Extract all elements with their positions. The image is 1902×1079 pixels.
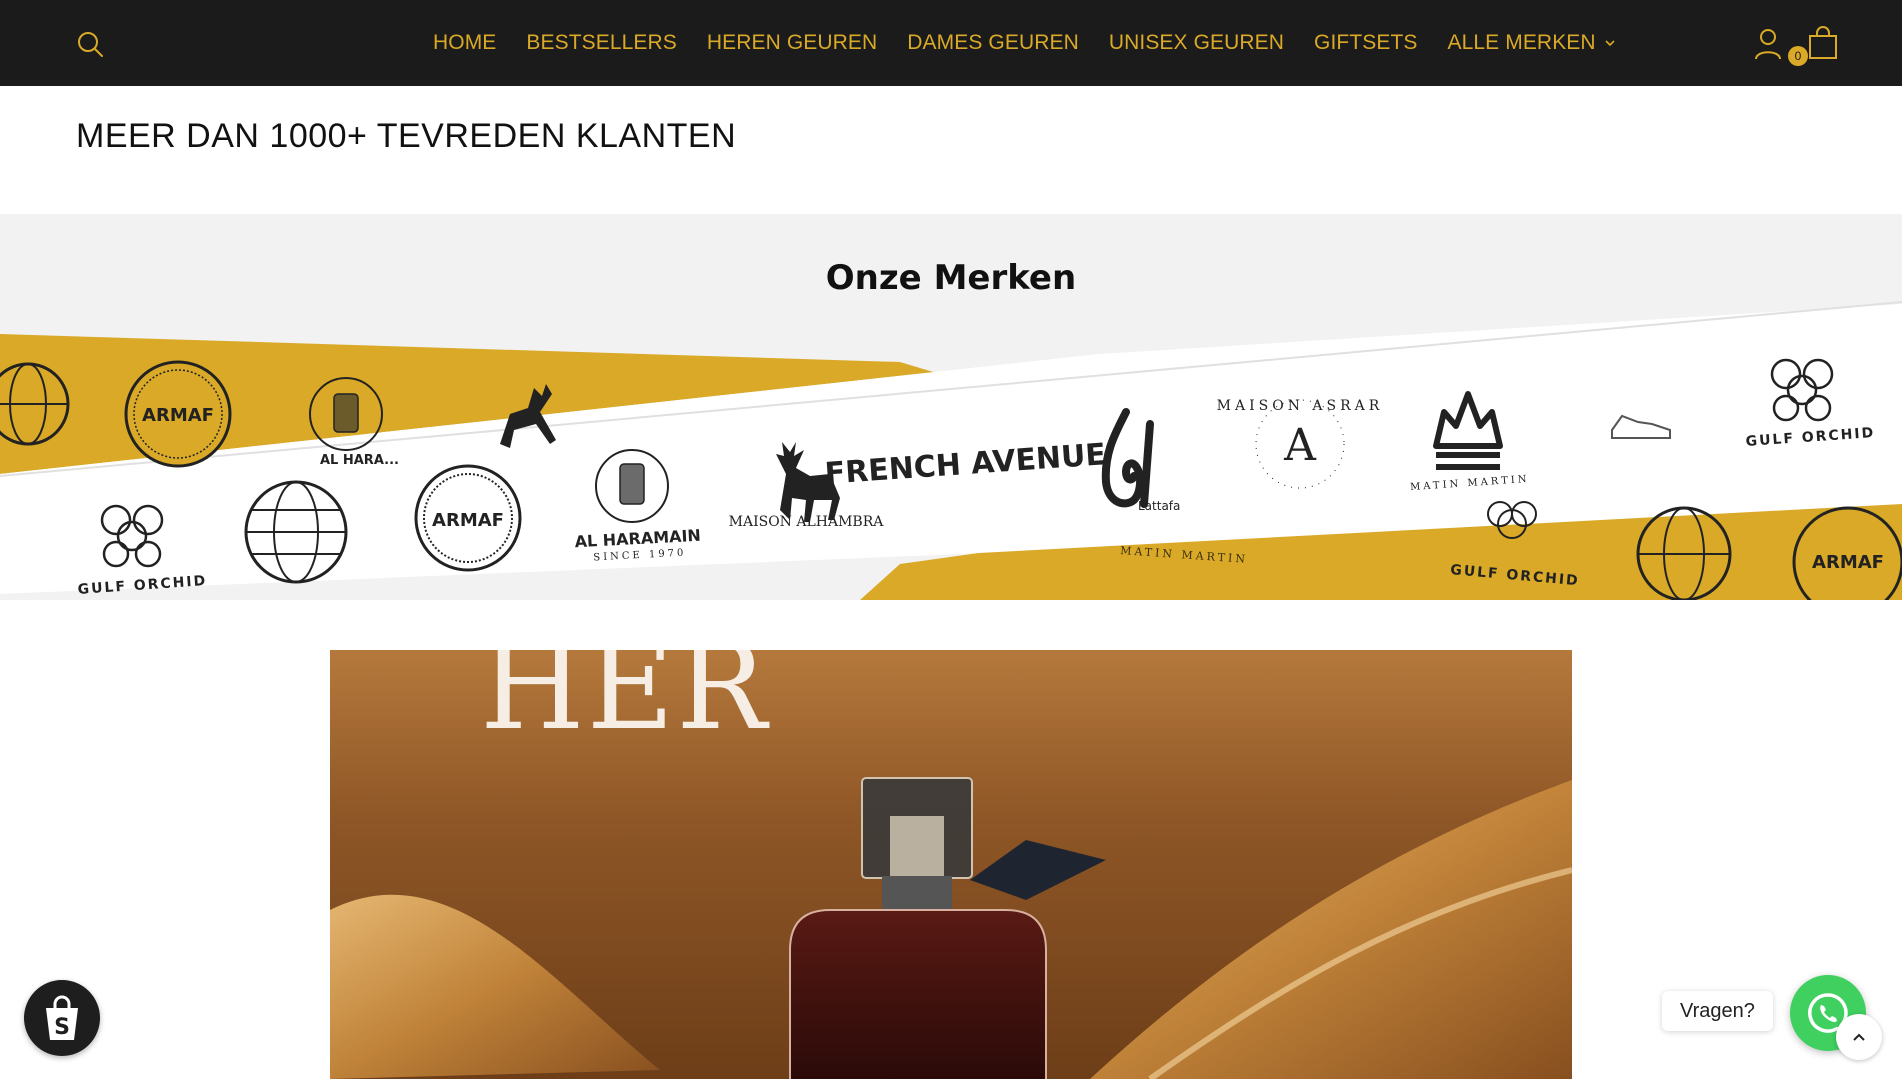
logo-armaf[interactable]: ARMAF [414,464,522,572]
nav-heren-label: HEREN GEUREN [706,31,878,54]
back-logo-armaf: ARMAF [124,360,232,468]
nav-alle-merken[interactable]: ALLE MERKEN [1448,31,1616,55]
nav-bestsellers-label: BESTSELLERS [526,31,677,54]
nav-dames-geuren[interactable]: DAMES GEUREN [907,31,1079,55]
main-nav: HOME BESTSELLERS HEREN GEUREN DAMES GEUR… [433,0,1616,86]
scroll-to-top-button[interactable] [1836,1014,1882,1060]
nav-home-label: HOME [433,31,497,54]
search-icon[interactable] [76,30,104,58]
back-logo-armaf-text: ARMAF [142,405,214,426]
back-logo-al-haramain-text: AL HARA... [320,453,399,468]
brands-title: Onze Merken [825,258,1077,298]
svg-text:A: A [1283,420,1317,471]
cart-icon[interactable] [1808,26,1838,60]
logo-armaf-text: ARMAF [432,510,504,531]
back-logo-armaf-2-text: ARMAF [1812,552,1884,573]
cart-count-badge: 0 [1788,46,1808,66]
nav-alle-merken-label: ALLE MERKEN [1447,31,1596,54]
brands-section: ARMAF AL HARA... MATIN MARTIN GULF ORCHI… [0,214,1902,600]
shopify-badge[interactable]: S [24,980,100,1056]
logo-maison-asrar-text: MAISON ASRAR [1217,398,1384,414]
nav-unisex-label: UNISEX GEUREN [1108,31,1285,54]
nav-home[interactable]: HOME [433,31,496,55]
shopify-bag-icon: S [46,995,78,1040]
chat-label[interactable]: Vragen? [1662,991,1773,1031]
hero-banner[interactable]: HER [330,650,1572,1079]
hero-title: HER [480,650,769,757]
chevron-down-icon [1605,40,1615,47]
nav-unisex-geuren[interactable]: UNISEX GEUREN [1109,31,1284,55]
nav-bestsellers[interactable]: BESTSELLERS [526,31,677,55]
nav-heren-geuren[interactable]: HEREN GEUREN [707,31,877,55]
nav-dames-label: DAMES GEUREN [907,31,1079,54]
svg-text:S: S [54,1015,70,1040]
chevron-up-icon [1853,1033,1865,1041]
nav-giftsets-label: GIFTSETS [1314,31,1418,54]
site-header: HOME BESTSELLERS HEREN GEUREN DAMES GEUR… [0,0,1902,86]
trust-tagline: MEER DAN 1000+ TEVREDEN KLANTEN [76,117,737,155]
account-icon[interactable] [1754,28,1782,60]
logo-maison-alhambra-text: MAISON ALHAMBRA [729,514,885,530]
back-logo-armaf-2: ARMAF [1792,506,1902,600]
nav-giftsets[interactable]: GIFTSETS [1314,31,1417,55]
logo-lattafa-text: Lattafa [1138,499,1180,513]
